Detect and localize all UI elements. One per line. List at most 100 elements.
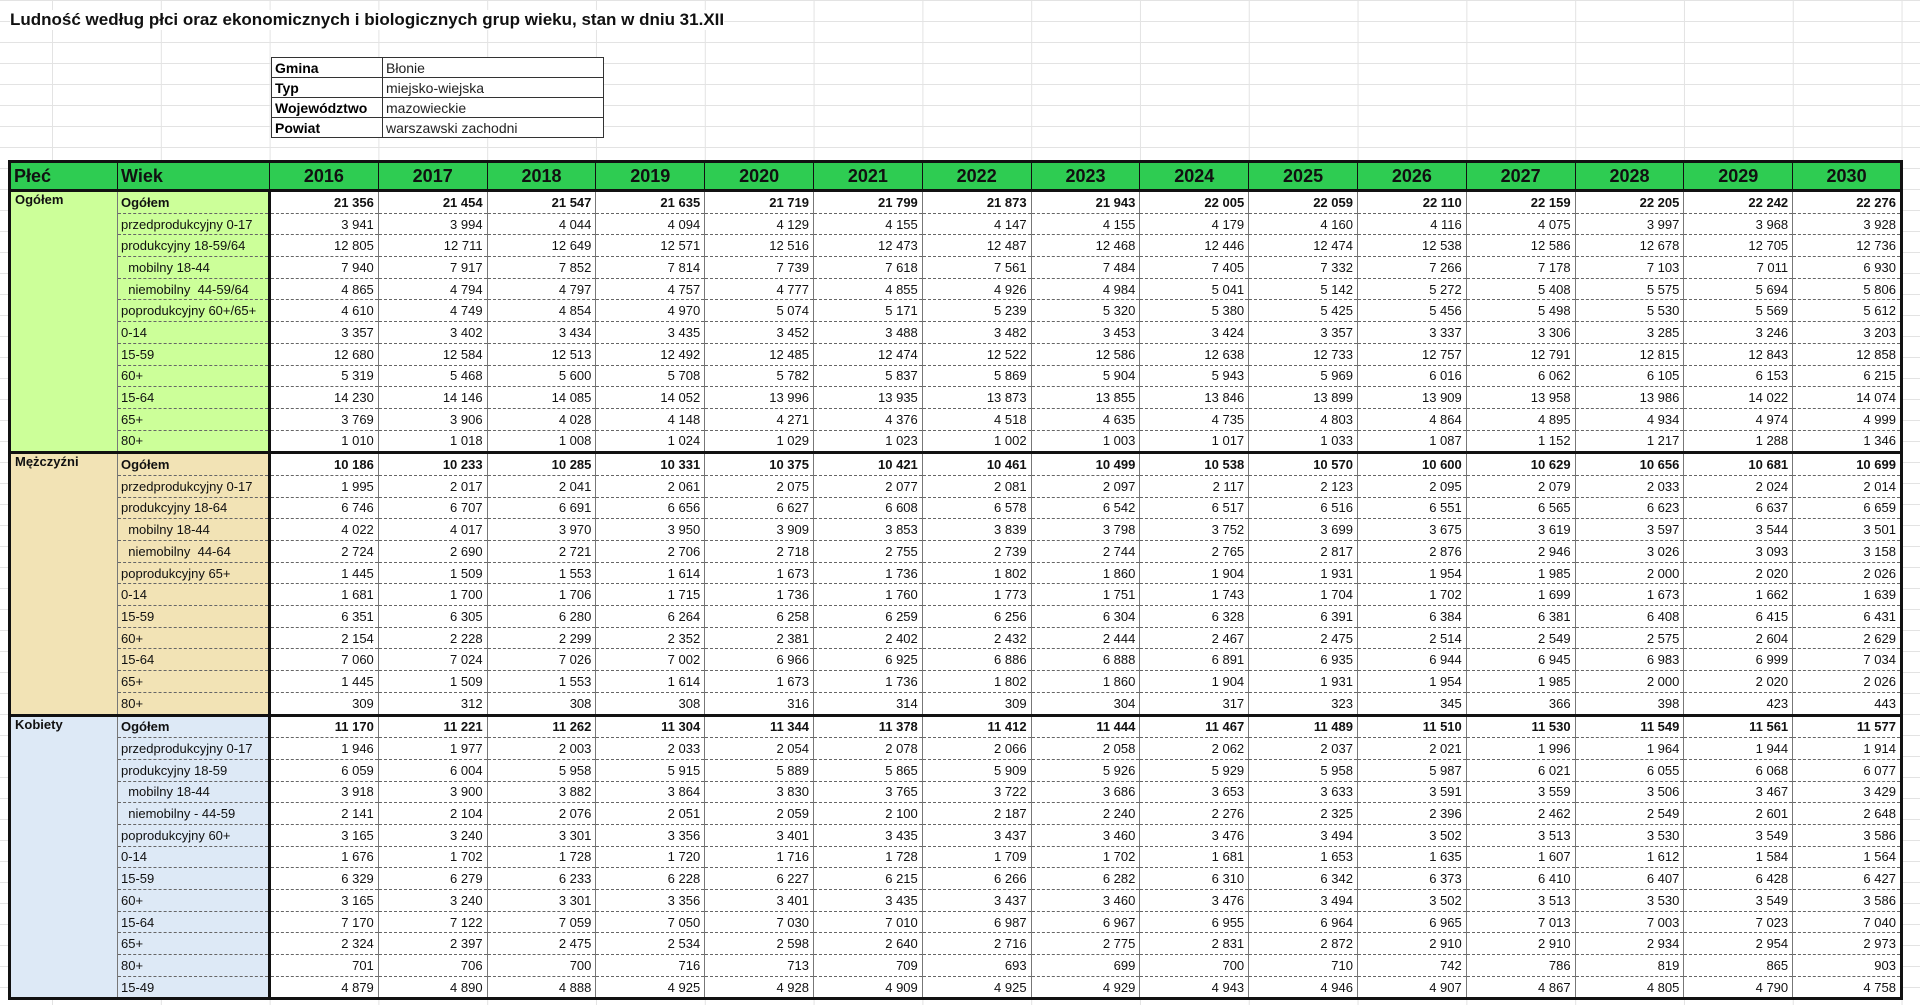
age-group-cell[interactable]: 15-49: [117, 976, 271, 1001]
value-cell[interactable]: 13 846: [1139, 386, 1250, 409]
value-cell[interactable]: 7 050: [595, 911, 706, 934]
value-cell[interactable]: 1 612: [1574, 846, 1685, 869]
value-cell[interactable]: 2 058: [1030, 737, 1141, 760]
value-cell[interactable]: 4 749: [377, 299, 488, 323]
value-cell[interactable]: 2 716: [921, 932, 1032, 956]
value-cell[interactable]: 2 381: [704, 627, 814, 650]
value-cell[interactable]: 2 141: [269, 802, 379, 825]
value-cell[interactable]: 5 575: [1574, 278, 1685, 301]
age-group-cell[interactable]: 15-59: [117, 343, 271, 366]
value-cell[interactable]: 6 329: [269, 867, 379, 890]
value-cell[interactable]: 3 544: [1683, 518, 1794, 541]
value-cell[interactable]: 10 681: [1683, 451, 1794, 476]
value-cell[interactable]: 2 078: [812, 737, 923, 760]
value-cell[interactable]: 6 886: [921, 648, 1032, 672]
value-cell[interactable]: 7 266: [1356, 256, 1467, 279]
value-cell[interactable]: 12 858: [1792, 343, 1902, 366]
value-cell[interactable]: 2 765: [1139, 540, 1250, 563]
value-cell[interactable]: 6 227: [704, 867, 814, 890]
value-cell[interactable]: 12 487: [921, 234, 1032, 258]
value-cell[interactable]: 11 510: [1356, 713, 1467, 739]
value-cell[interactable]: 4 890: [377, 976, 488, 1001]
value-cell[interactable]: 6 578: [921, 497, 1032, 520]
value-cell[interactable]: 713: [704, 954, 814, 977]
value-cell[interactable]: 4 867: [1465, 976, 1576, 1001]
age-group-cell[interactable]: Ogółem: [117, 713, 271, 739]
value-cell[interactable]: 2 775: [1030, 932, 1141, 956]
value-cell[interactable]: 6 215: [812, 867, 923, 890]
value-cell[interactable]: 5 694: [1683, 278, 1794, 301]
value-cell[interactable]: 3 997: [1574, 213, 1685, 236]
value-cell[interactable]: 5 600: [486, 365, 597, 388]
value-cell[interactable]: 5 915: [595, 759, 706, 782]
value-cell[interactable]: 1 002: [921, 430, 1032, 455]
header-year[interactable]: 2021: [812, 161, 923, 191]
value-cell[interactable]: 6 077: [1792, 759, 1902, 782]
value-cell[interactable]: 11 489: [1248, 713, 1358, 739]
value-cell[interactable]: 12 571: [595, 234, 706, 258]
header-year[interactable]: 2020: [704, 161, 814, 191]
value-cell[interactable]: 3 434: [486, 321, 597, 344]
value-cell[interactable]: 21 943: [1030, 189, 1141, 214]
value-cell[interactable]: 5 456: [1356, 299, 1467, 323]
value-cell[interactable]: 4 147: [921, 213, 1032, 236]
value-cell[interactable]: 3 402: [377, 321, 488, 344]
value-cell[interactable]: 22 205: [1574, 189, 1685, 214]
value-cell[interactable]: 5 909: [921, 759, 1032, 782]
sex-cell[interactable]: Kobiety: [9, 713, 118, 1001]
age-group-cell[interactable]: mobilny 18-44: [117, 256, 271, 279]
value-cell[interactable]: 4 116: [1356, 213, 1467, 236]
value-cell[interactable]: 312: [377, 692, 488, 717]
value-cell[interactable]: 12 446: [1139, 234, 1250, 258]
value-cell[interactable]: 5 969: [1248, 365, 1358, 388]
value-cell[interactable]: 308: [595, 692, 706, 717]
value-cell[interactable]: 1 996: [1465, 737, 1576, 760]
header-age[interactable]: Wiek: [117, 161, 270, 191]
value-cell[interactable]: 309: [921, 692, 1032, 717]
value-cell[interactable]: 3 502: [1356, 889, 1467, 912]
value-cell[interactable]: 1 802: [921, 562, 1032, 585]
value-cell[interactable]: 1 614: [595, 670, 706, 693]
value-cell[interactable]: 5 958: [1248, 759, 1358, 782]
value-cell[interactable]: 716: [595, 954, 706, 977]
value-cell[interactable]: 1 445: [269, 670, 379, 693]
value-cell[interactable]: 3 356: [595, 824, 706, 847]
value-cell[interactable]: 6 068: [1683, 759, 1794, 782]
age-group-cell[interactable]: 15-64: [117, 911, 271, 934]
value-cell[interactable]: 6 935: [1248, 648, 1358, 672]
value-cell[interactable]: 345: [1356, 692, 1467, 717]
value-cell[interactable]: 1 728: [486, 846, 597, 869]
info-value[interactable]: mazowieckie: [382, 97, 604, 118]
value-cell[interactable]: 5 074: [704, 299, 814, 323]
value-cell[interactable]: 1 706: [486, 583, 597, 607]
value-cell[interactable]: 700: [1139, 954, 1250, 977]
value-cell[interactable]: 6 542: [1030, 497, 1141, 520]
value-cell[interactable]: 10 375: [704, 451, 814, 476]
value-cell[interactable]: 4 758: [1792, 976, 1902, 1001]
value-cell[interactable]: 2 755: [812, 540, 923, 563]
value-cell[interactable]: 6 707: [377, 497, 488, 520]
value-cell[interactable]: 4 155: [812, 213, 923, 236]
value-cell[interactable]: 2 100: [812, 802, 923, 825]
value-cell[interactable]: 10 499: [1030, 451, 1141, 476]
value-cell[interactable]: 3 482: [921, 321, 1032, 344]
value-cell[interactable]: 6 342: [1248, 867, 1358, 890]
value-cell[interactable]: 4 794: [377, 278, 488, 301]
value-cell[interactable]: 10 570: [1248, 451, 1358, 476]
value-cell[interactable]: 4 864: [1356, 408, 1467, 431]
value-cell[interactable]: 2 549: [1465, 627, 1576, 650]
header-year[interactable]: 2030: [1792, 161, 1902, 191]
value-cell[interactable]: 5 612: [1792, 299, 1902, 323]
value-cell[interactable]: 6 410: [1465, 867, 1576, 890]
age-group-cell[interactable]: Ogółem: [117, 189, 271, 214]
value-cell[interactable]: 2 154: [269, 627, 379, 650]
value-cell[interactable]: 7 059: [486, 911, 597, 934]
value-cell[interactable]: 1 673: [704, 670, 814, 693]
value-cell[interactable]: 2 744: [1030, 540, 1141, 563]
sex-cell[interactable]: Ogółem: [9, 188, 118, 455]
value-cell[interactable]: 1 639: [1792, 583, 1902, 607]
value-cell[interactable]: 6 623: [1574, 497, 1685, 520]
value-cell[interactable]: 3 752: [1139, 518, 1250, 541]
value-cell[interactable]: 3 460: [1030, 824, 1141, 847]
value-cell[interactable]: 3 968: [1683, 213, 1794, 236]
